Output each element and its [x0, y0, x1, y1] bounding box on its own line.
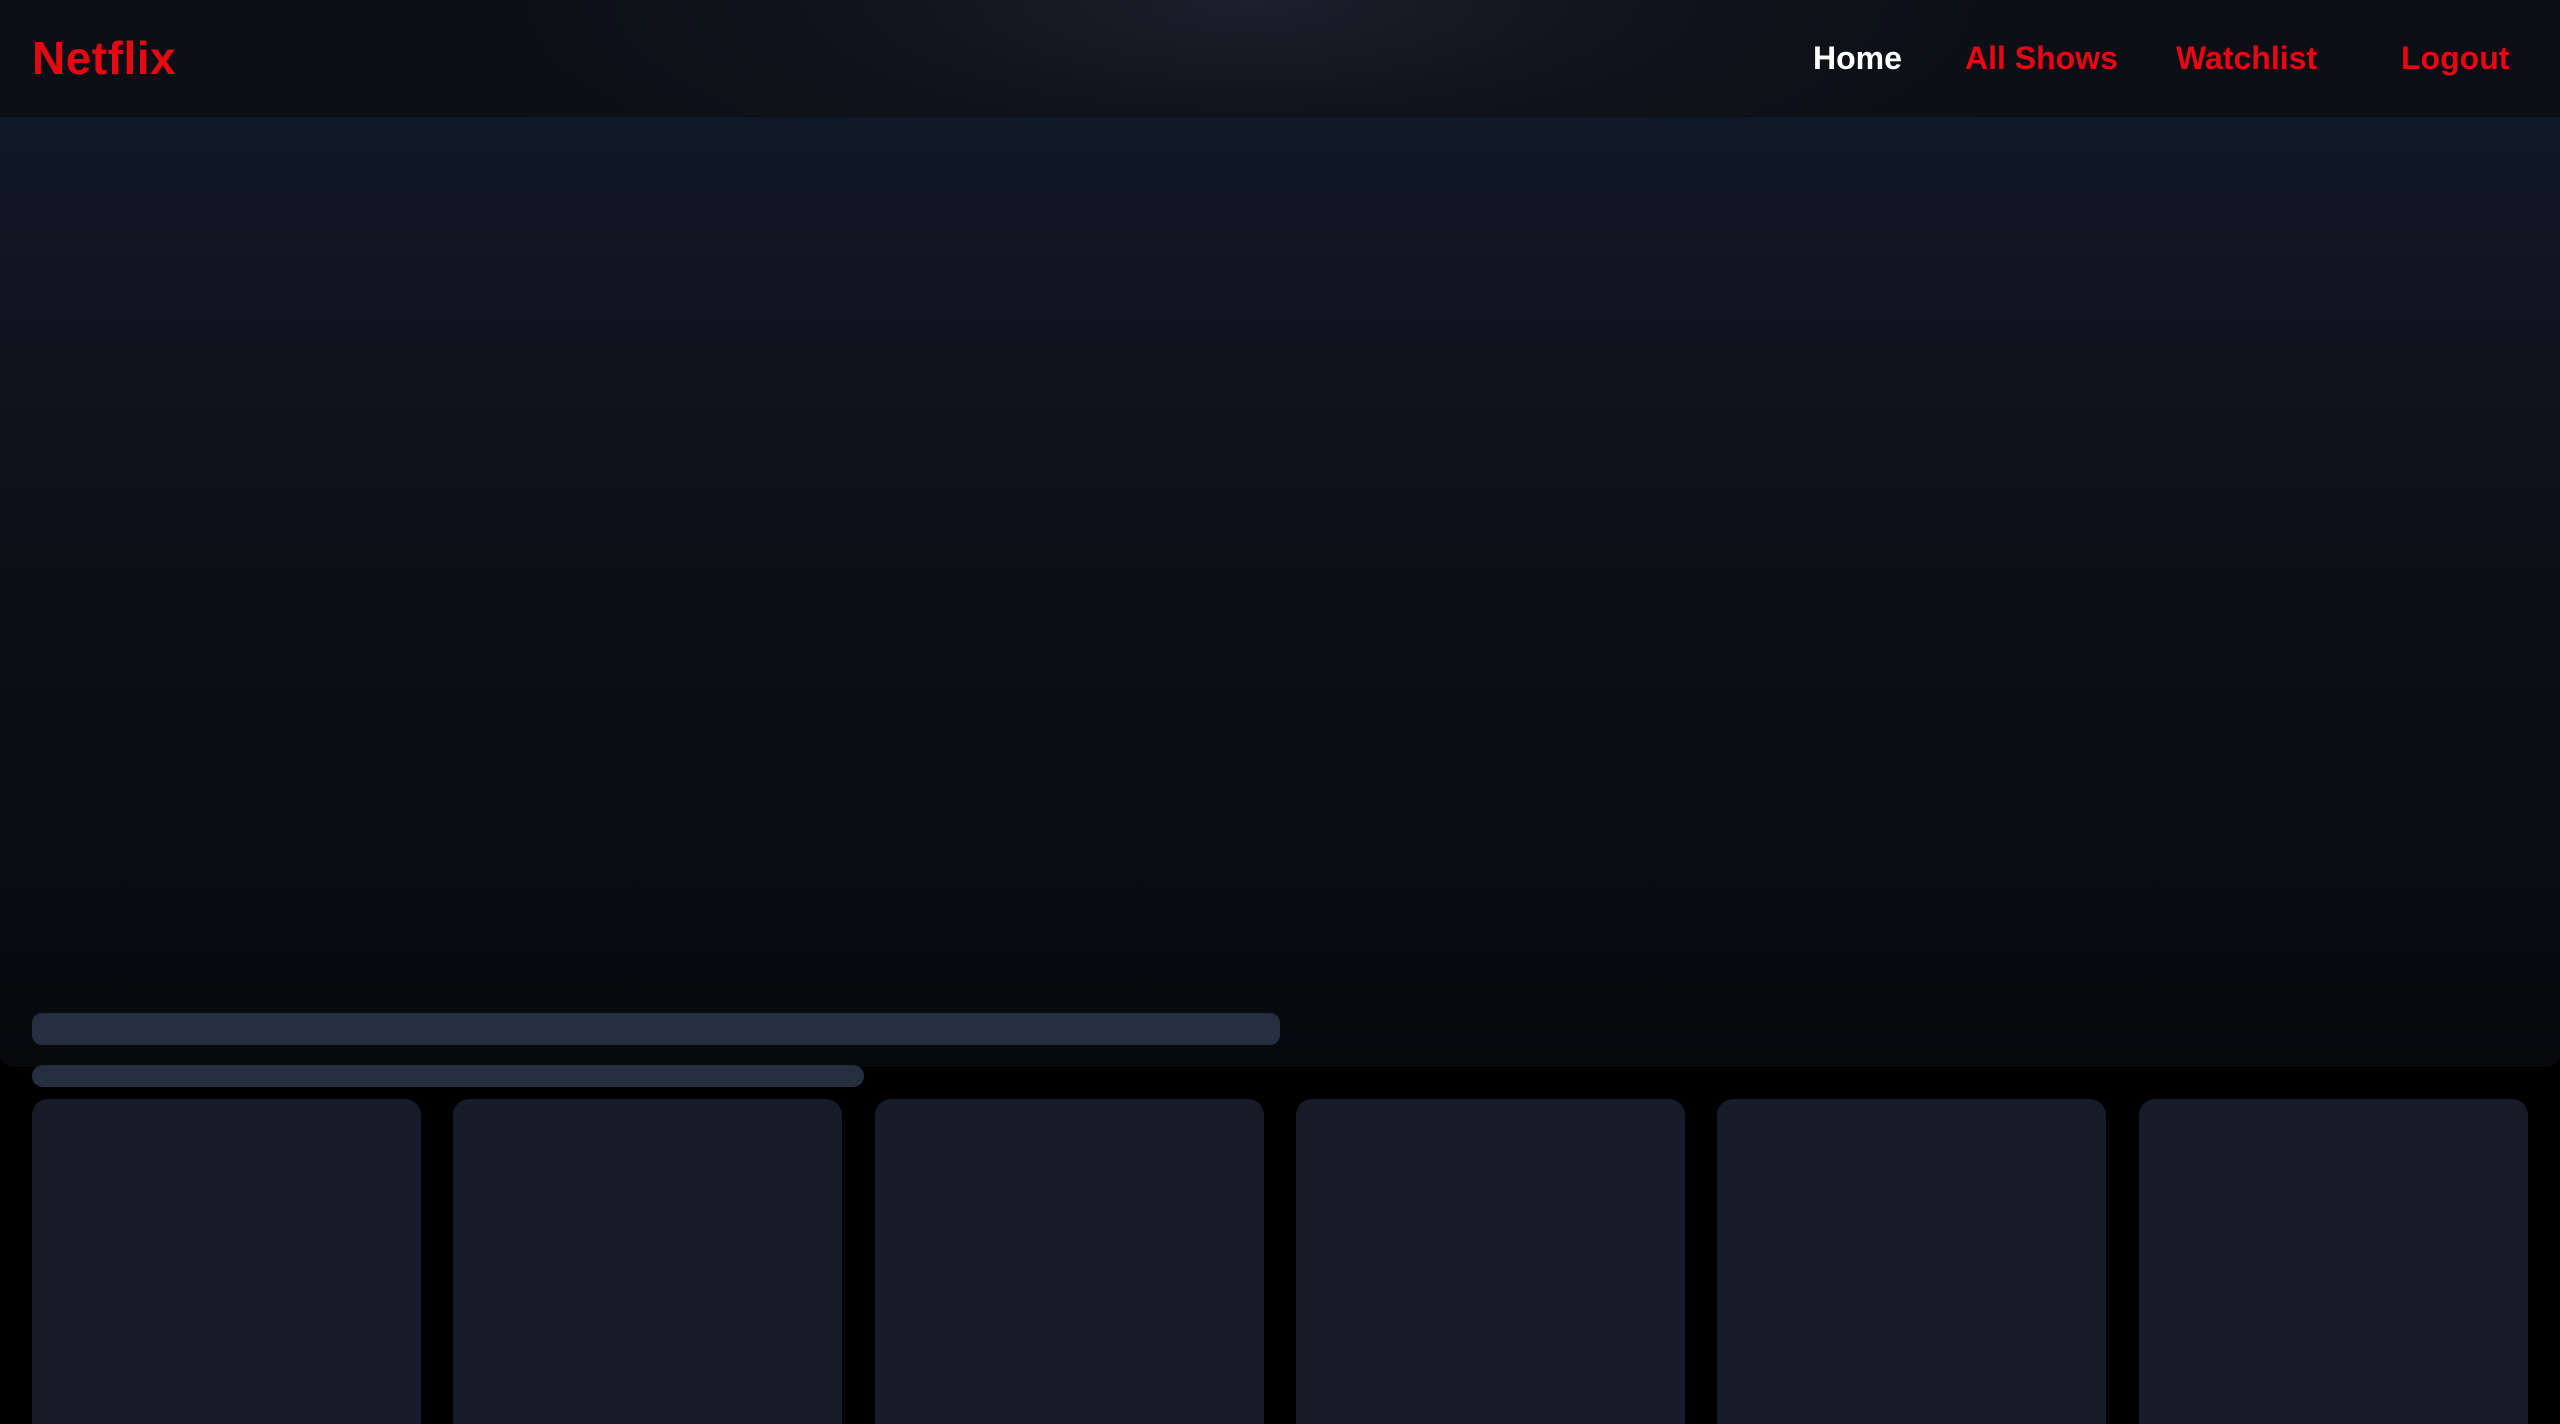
logout-link[interactable]: Logout — [2401, 36, 2509, 80]
show-card-skeleton — [1296, 1099, 1685, 1424]
app-page: Netflix Home All Shows Watchlist Logout — [0, 0, 2560, 1424]
show-card-skeleton — [453, 1099, 842, 1424]
hero-banner-skeleton — [0, 117, 2560, 1151]
top-nav-bar: Netflix Home All Shows Watchlist Logout — [0, 0, 2560, 117]
hero-description-skeleton — [32, 1065, 864, 1087]
show-card-skeleton — [1717, 1099, 2106, 1424]
nav-all-shows-link[interactable]: All Shows — [1965, 36, 2118, 80]
netflix-logo[interactable]: Netflix — [32, 30, 176, 86]
show-card-skeleton — [875, 1099, 1264, 1424]
show-card-skeleton — [2139, 1099, 2528, 1424]
nav-home-link[interactable]: Home — [1813, 36, 1902, 80]
hero-title-skeleton — [32, 1013, 1280, 1045]
nav-watchlist-link[interactable]: Watchlist — [2176, 36, 2317, 80]
show-card-skeleton — [32, 1099, 421, 1424]
